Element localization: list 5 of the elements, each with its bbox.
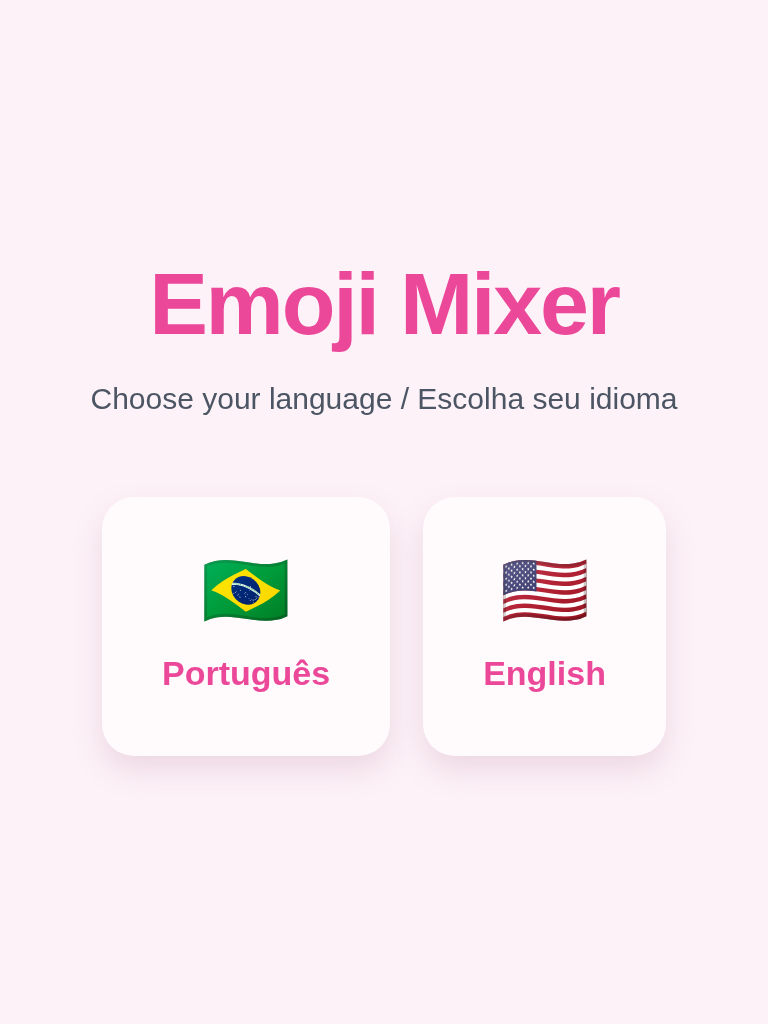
flag-emoji: 🇺🇸	[499, 554, 590, 626]
language-card[interactable]: 🇺🇸 English	[423, 497, 666, 756]
language-card[interactable]: 🇧🇷 Português	[102, 497, 391, 756]
flag-emoji: 🇧🇷	[201, 554, 292, 626]
subtitle: Choose your language / Escolha seu idioma	[90, 381, 678, 417]
